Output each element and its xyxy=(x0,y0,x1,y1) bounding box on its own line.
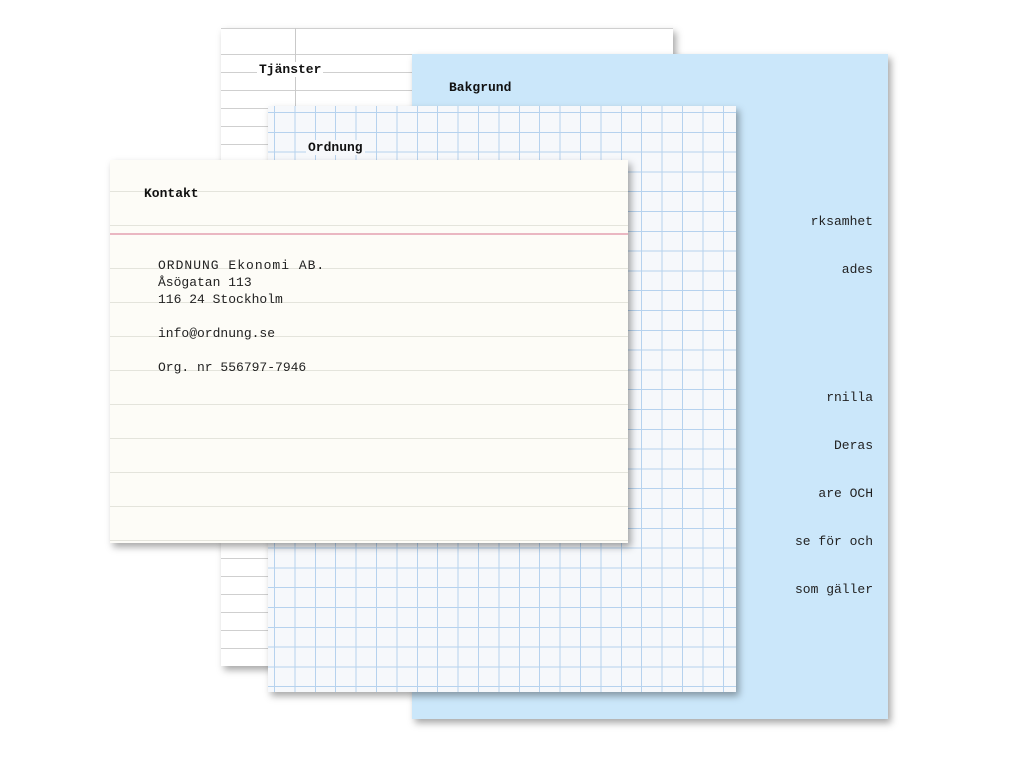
contact-details: ORDNUNG Ekonomi AB. Åsögatan 113 116 24 … xyxy=(158,257,325,376)
org-number: Org. nr 556797-7946 xyxy=(158,360,307,375)
card-title-ordnung: Ordnung xyxy=(306,140,365,155)
card-stack: Tjänster Bakgrund rksamhet ades rnilla D… xyxy=(0,0,1024,768)
card-title-tjanster: Tjänster xyxy=(257,62,324,77)
card-kontakt[interactable]: Kontakt ORDNUNG Ekonomi AB. Åsögatan 113… xyxy=(110,160,628,543)
company-name: ORDNUNG Ekonomi AB. xyxy=(158,258,326,273)
card-title-bakgrund: Bakgrund xyxy=(449,80,512,95)
street-address: Åsögatan 113 xyxy=(158,275,252,290)
email-link[interactable]: info@ordnung.se xyxy=(158,325,325,342)
card-title-kontakt: Kontakt xyxy=(144,186,199,201)
postal-city: 116 24 Stockholm xyxy=(158,292,283,307)
